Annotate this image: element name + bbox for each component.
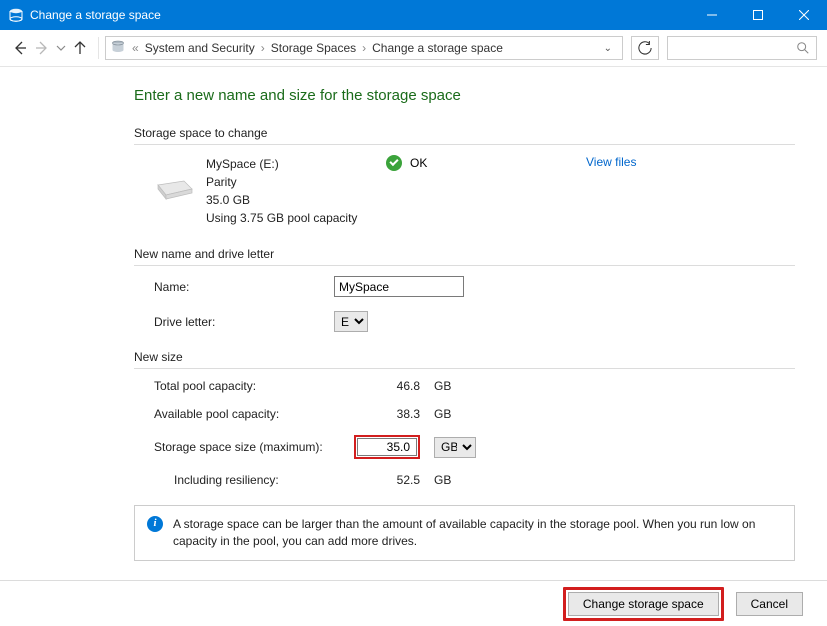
window-titlebar: Change a storage space	[0, 0, 827, 30]
navigation-toolbar: « System and Security › Storage Spaces ›…	[0, 30, 827, 67]
breadcrumb-system-security[interactable]: System and Security	[141, 41, 259, 55]
content-area: Enter a new name and size for the storag…	[0, 67, 827, 580]
highlight-annotation: Change storage space	[563, 587, 724, 621]
total-capacity-unit: GB	[434, 379, 484, 393]
highlight-annotation	[354, 435, 420, 459]
name-input[interactable]	[334, 276, 464, 297]
available-capacity-value: 38.3	[354, 407, 434, 421]
max-size-input[interactable]	[357, 438, 417, 456]
max-size-unit-select[interactable]: GB	[434, 437, 476, 458]
drive-letter-label: Drive letter:	[154, 315, 334, 329]
drive-icon	[154, 175, 194, 206]
resiliency-unit: GB	[434, 473, 484, 487]
info-box: i A storage space can be larger than the…	[134, 505, 795, 561]
available-capacity-label: Available pool capacity:	[154, 407, 354, 421]
minimize-button[interactable]	[689, 0, 735, 30]
available-capacity-unit: GB	[434, 407, 484, 421]
window-title: Change a storage space	[30, 8, 689, 22]
refresh-button[interactable]	[631, 36, 659, 60]
back-button[interactable]	[10, 40, 30, 56]
view-files-link[interactable]: View files	[586, 155, 636, 169]
dialog-footer: Change storage space Cancel	[0, 580, 827, 626]
address-dropdown-button[interactable]: ⌄	[598, 43, 618, 54]
status-ok-icon	[386, 155, 402, 171]
breadcrumb-storage-spaces[interactable]: Storage Spaces	[267, 41, 360, 55]
breadcrumb-change-space[interactable]: Change a storage space	[368, 41, 507, 55]
space-size: 35.0 GB	[206, 191, 386, 209]
section-new-size: New size	[134, 350, 795, 369]
space-type: Parity	[206, 173, 386, 191]
storage-space-summary: MySpace (E:) Parity 35.0 GB Using 3.75 G…	[134, 155, 795, 227]
close-button[interactable]	[781, 0, 827, 30]
section-space-to-change: Storage space to change	[134, 126, 795, 145]
storage-spaces-icon	[8, 7, 24, 23]
maximize-button[interactable]	[735, 0, 781, 30]
total-capacity-value: 46.8	[354, 379, 434, 393]
section-new-name: New name and drive letter	[134, 247, 795, 266]
breadcrumb-separator: «	[130, 41, 141, 55]
info-text: A storage space can be larger than the a…	[173, 516, 782, 550]
address-bar[interactable]: « System and Security › Storage Spaces ›…	[105, 36, 623, 60]
max-size-label: Storage space size (maximum):	[154, 440, 354, 454]
change-storage-space-button[interactable]: Change storage space	[568, 592, 719, 616]
info-icon: i	[147, 516, 163, 532]
storage-spaces-icon	[110, 39, 126, 58]
resiliency-label: Including resiliency:	[154, 473, 354, 487]
search-input[interactable]	[667, 36, 817, 60]
cancel-button[interactable]: Cancel	[736, 592, 803, 616]
total-capacity-label: Total pool capacity:	[154, 379, 354, 393]
forward-button[interactable]	[32, 40, 52, 56]
page-heading: Enter a new name and size for the storag…	[134, 87, 795, 104]
recent-locations-button[interactable]	[54, 43, 68, 53]
space-name: MySpace (E:)	[206, 155, 386, 173]
chevron-right-icon[interactable]: ›	[360, 41, 368, 55]
space-usage: Using 3.75 GB pool capacity	[206, 209, 386, 227]
status-text: OK	[410, 156, 427, 170]
drive-letter-select[interactable]: E:	[334, 311, 368, 332]
up-button[interactable]	[70, 40, 90, 56]
resiliency-value: 52.5	[354, 473, 434, 487]
chevron-right-icon[interactable]: ›	[259, 41, 267, 55]
name-label: Name:	[154, 280, 334, 294]
